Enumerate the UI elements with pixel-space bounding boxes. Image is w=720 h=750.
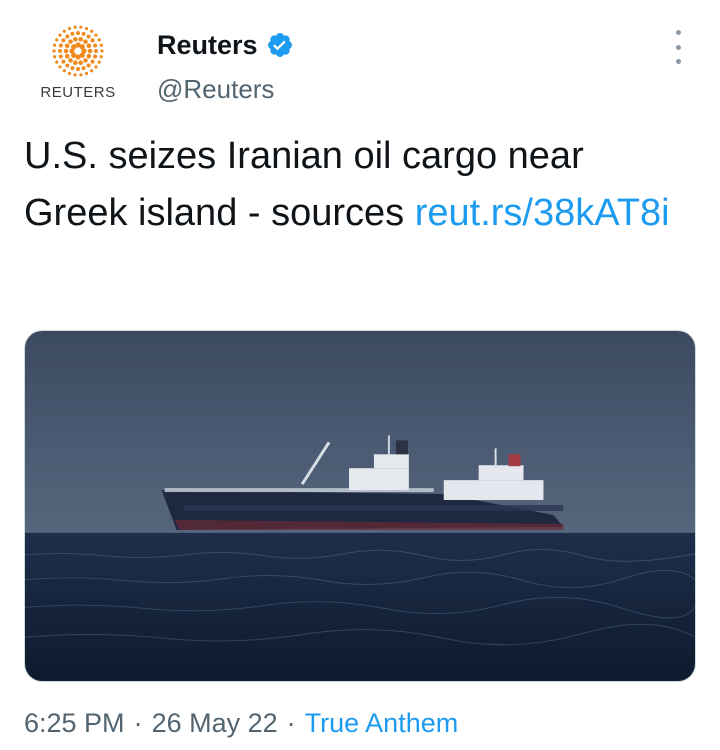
oil-tanker-photo: [25, 331, 695, 681]
avatar-brand-label: REUTERS: [40, 84, 116, 101]
tweet-card: REUTERS Reuters @Reuters U.S. seizes Ira…: [0, 0, 720, 750]
meta-separator: ·: [133, 707, 143, 738]
tweet-meta: 6:25 PM · 26 May 22 · True Anthem: [24, 706, 458, 740]
tweet-time[interactable]: 6:25 PM: [24, 708, 125, 739]
meta-separator: ·: [286, 707, 296, 738]
avatar[interactable]: REUTERS: [30, 24, 126, 104]
tweet-date[interactable]: 26 May 22: [152, 708, 278, 739]
author-handle[interactable]: @Reuters: [157, 74, 274, 105]
tweet-source-link[interactable]: True Anthem: [305, 708, 459, 739]
verified-badge-icon: [267, 33, 292, 57]
reuters-logo-icon: [52, 25, 104, 77]
author-name-row[interactable]: Reuters: [157, 28, 294, 62]
more-options-icon[interactable]: [668, 30, 688, 64]
tweet-image[interactable]: [24, 330, 696, 682]
author-display-name[interactable]: Reuters: [157, 30, 258, 61]
tweet-link[interactable]: reut.rs/38kAT8i: [415, 192, 670, 234]
tweet-text: U.S. seizes Iranian oil cargo near Greek…: [24, 128, 696, 242]
